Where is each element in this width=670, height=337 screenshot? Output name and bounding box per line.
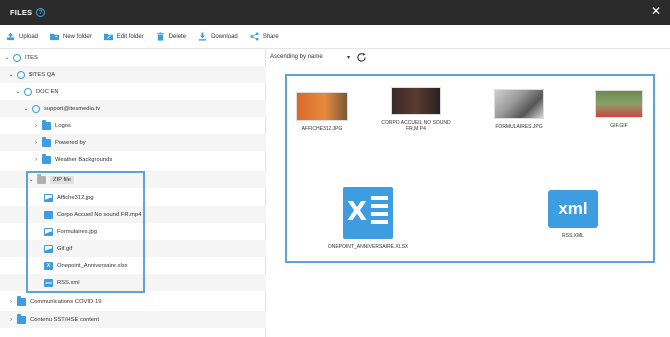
tree-highlight-box [26, 171, 145, 293]
grid-item-corpo[interactable]: CORPO ACCUEIL NO SOUND FR.M P4 [375, 87, 457, 132]
grid-item-label: ONEPOINT_ANNIVERSAIRE.XLSX [327, 244, 409, 250]
excel-letter: X [347, 197, 368, 227]
chevron-right-icon[interactable]: › [33, 157, 39, 163]
new-folder-label: New folder [63, 33, 92, 40]
chevron-right-icon[interactable]: › [8, 317, 14, 323]
image-thumbnail [296, 92, 348, 121]
sort-bar: Ascending by name ▾ [270, 50, 367, 64]
site-icon [17, 70, 25, 79]
tree-item-contenu[interactable]: › Contenu SST/HSE content [0, 311, 266, 328]
edit-folder-button[interactable]: Edit folder [103, 32, 144, 41]
chevron-right-icon[interactable]: › [33, 140, 39, 146]
tree-item-label: Logos [55, 122, 71, 129]
tree-item-label: Communications COVID-19 [30, 298, 102, 305]
folder-icon [42, 136, 51, 147]
site-icon [24, 87, 32, 96]
grid-item-label: CORPO ACCUEIL NO SOUND FR.M P4 [381, 120, 451, 132]
folder-icon [42, 119, 51, 130]
tree-item-label: support@itesmedia.tv [44, 105, 101, 112]
tree-item-sites-qa[interactable]: ⌄ $ITES QA [0, 66, 266, 83]
title-bar: FILES ? ✕ [0, 0, 670, 25]
grid-item-label: RSS.XML [562, 233, 584, 239]
delete-label: Delete [168, 33, 187, 40]
sort-select[interactable]: Ascending by name ▾ [270, 54, 350, 61]
download-button[interactable]: Download [198, 32, 238, 41]
tree-item-powered-by[interactable]: › Powered by [0, 134, 266, 151]
share-icon [250, 32, 259, 41]
chevron-down-icon[interactable]: ⌄ [23, 105, 29, 112]
tree-item-label: ITES [25, 54, 38, 61]
delete-button[interactable]: Delete [156, 32, 186, 41]
grid-item-affiche[interactable]: AFFICHE312.JPG [292, 92, 352, 132]
tree-item-support[interactable]: ⌄ support@itesmedia.tv [0, 100, 266, 117]
upload-icon [6, 32, 15, 41]
tree-item-label: $ITES QA [29, 71, 56, 78]
tree-item-ites[interactable]: ⌄ ITES [0, 49, 266, 66]
grid-item-gif[interactable]: GIF.GIF [589, 90, 649, 129]
tree-item-weather[interactable]: › Weather Backgrounds [0, 151, 266, 168]
image-thumbnail [595, 90, 643, 118]
toolbar: Upload New folder Edit folder Delete Dow… [0, 25, 670, 49]
tree-item-label: Contenu SST/HSE content [30, 316, 99, 323]
folder-icon [17, 295, 26, 306]
download-icon [198, 32, 207, 41]
caret-down-icon: ▾ [346, 54, 350, 61]
tree-item-communications[interactable]: › Communications COVID-19 [0, 293, 266, 310]
folder-icon [17, 313, 26, 324]
chevron-down-icon[interactable]: ⌄ [15, 88, 21, 95]
grid-item-label: AFFICHE312.JPG [301, 126, 343, 132]
share-label: Share [262, 33, 279, 40]
chevron-right-icon[interactable]: › [33, 123, 39, 129]
upload-label: Upload [19, 33, 39, 40]
grid-item-rss[interactable]: xml RSS.XML [543, 190, 603, 239]
excel-file-icon: X [343, 187, 393, 239]
dialog-title: FILES [10, 8, 33, 17]
tree-item-doc-en[interactable]: ⌄ DOC EN [0, 83, 266, 100]
grid-item-formulaires[interactable]: FORMULAIRES.JPG [486, 89, 552, 130]
video-thumbnail [391, 87, 441, 115]
grid-item-onepoint[interactable]: X ONEPOINT_ANNIVERSAIRE.XLSX [323, 187, 413, 250]
chevron-right-icon[interactable]: › [8, 299, 14, 305]
download-label: Download [211, 33, 238, 40]
edit-folder-label: Edit folder [116, 33, 144, 40]
chevron-down-icon[interactable]: ⌄ [8, 71, 14, 78]
chevron-down-icon[interactable]: ⌄ [4, 54, 10, 61]
tree-item-logos[interactable]: › Logos [0, 117, 266, 134]
grid-item-label: GIF.GIF [610, 123, 628, 129]
sort-selected-label: Ascending by name [270, 54, 323, 60]
edit-folder-icon [103, 33, 113, 41]
help-icon[interactable]: ? [36, 8, 46, 17]
close-icon[interactable]: ✕ [651, 5, 661, 17]
globe-icon [32, 104, 40, 113]
folder-icon [42, 153, 51, 164]
excel-lines [371, 196, 388, 228]
tree-item-label: Powered by [55, 139, 86, 146]
image-thumbnail [494, 89, 544, 119]
refresh-icon[interactable] [356, 52, 367, 63]
upload-button[interactable]: Upload [6, 32, 38, 41]
trash-icon [156, 32, 164, 41]
file-grid: AFFICHE312.JPG CORPO ACCUEIL NO SOUND FR… [285, 74, 655, 263]
grid-item-label: FORMULAIRES.JPG [495, 124, 543, 130]
site-icon [13, 53, 21, 62]
tree-item-label: Weather Backgrounds [55, 156, 113, 163]
new-folder-icon [50, 33, 60, 41]
share-button[interactable]: Share [250, 32, 279, 41]
tree-item-label: DOC EN [36, 88, 59, 95]
files-dialog: FILES ? ✕ Upload New folder Edit folder … [0, 0, 670, 337]
new-folder-button[interactable]: New folder [50, 32, 92, 41]
xml-file-icon: xml [548, 190, 598, 228]
